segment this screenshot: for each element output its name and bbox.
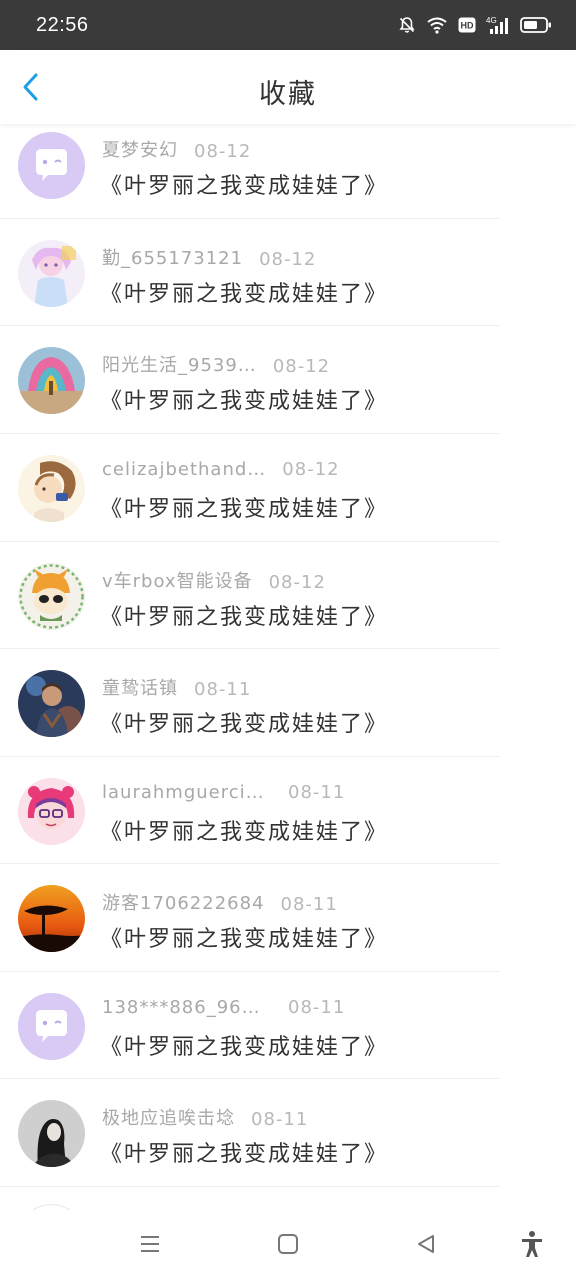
list-item[interactable]: 极地应追唉击埝 08-11 《叶罗丽之我变成娃娃了》 xyxy=(0,1092,576,1199)
item-date: 08-11 xyxy=(194,679,252,700)
list-item[interactable]: 童鸷话镇 08-11 《叶罗丽之我变成娃娃了》 xyxy=(0,662,576,769)
sunset-tree-avatar xyxy=(18,885,85,952)
item-title: 《叶罗丽之我变成娃娃了》 xyxy=(100,497,389,522)
accessibility-icon xyxy=(519,1230,545,1262)
item-meta: laurahmguercierr 08-11 xyxy=(102,782,345,803)
list-item[interactable]: celizajbethand… 08-12 《叶罗丽之我变成娃娃了》 xyxy=(0,447,576,554)
item-title: 《叶罗丽之我变成娃娃了》 xyxy=(100,1035,389,1060)
default-chat-avatar xyxy=(18,993,85,1060)
item-date: 08-11 xyxy=(288,997,346,1018)
item-username: 138***886_9635… xyxy=(102,997,272,1018)
item-title: 《叶罗丽之我变成娃娃了》 xyxy=(100,927,389,952)
item-date: 08-12 xyxy=(259,249,317,270)
item-date: 08-11 xyxy=(288,782,346,803)
item-username: 极地应追唉击埝 xyxy=(102,1108,235,1129)
anime-girl-avatar xyxy=(18,240,85,307)
item-meta: 阳光生活_9539… 08-12 xyxy=(102,351,330,377)
item-username: v车rbox智能设备 xyxy=(102,571,253,592)
item-username: celizajbethand… xyxy=(102,459,267,480)
status-bar: 22:56 HD 4G xyxy=(0,0,576,50)
divider xyxy=(0,971,500,972)
item-date: 08-11 xyxy=(280,894,338,915)
menu-button[interactable] xyxy=(134,1230,166,1262)
item-title: 《叶罗丽之我变成娃娃了》 xyxy=(100,282,389,307)
status-time: 22:56 xyxy=(36,13,89,36)
list-item[interactable]: 游客1706222684 08-11 《叶罗丽之我变成娃娃了》 xyxy=(0,877,576,984)
item-title: 《叶罗丽之我变成娃娃了》 xyxy=(100,1142,389,1167)
drawn-girl-avatar xyxy=(18,455,85,522)
divider xyxy=(0,218,500,219)
battery-icon xyxy=(520,16,552,34)
divider xyxy=(0,1078,500,1079)
svg-text:4G: 4G xyxy=(486,16,497,25)
pink-anime-avatar xyxy=(18,778,85,845)
item-meta: 夏梦安幻 08-12 xyxy=(102,136,251,162)
item-meta: 童鸷话镇 08-11 xyxy=(102,674,251,700)
accessibility-button[interactable] xyxy=(516,1230,548,1262)
back-nav-button[interactable] xyxy=(410,1230,442,1262)
list-item[interactable]: v车rbox智能设备 08-12 《叶罗丽之我变成娃娃了》 xyxy=(0,555,576,662)
fantasy-man-avatar xyxy=(18,670,85,737)
item-date: 08-12 xyxy=(282,459,340,480)
divider xyxy=(0,863,500,864)
divider xyxy=(0,433,500,434)
item-meta: 极地应追唉击埝 08-11 xyxy=(102,1104,308,1130)
header: 收藏 xyxy=(0,50,576,124)
item-meta: 138***886_9635… 08-11 xyxy=(102,997,345,1018)
divider xyxy=(0,325,500,326)
colorful-tree-avatar xyxy=(18,347,85,414)
item-date: 08-11 xyxy=(251,1109,309,1130)
back-triangle-icon xyxy=(414,1232,438,1260)
favorites-list[interactable]: 夏梦安幻 08-12 《叶罗丽之我变成娃娃了》 勤_655173121 08-12 … xyxy=(0,124,576,1210)
item-username: 阳光生活_9539… xyxy=(102,355,257,376)
item-title: 《叶罗丽之我变成娃娃了》 xyxy=(100,389,389,414)
item-title: 《叶罗丽之我变成娃娃了》 xyxy=(100,820,389,845)
hd-icon: HD xyxy=(458,17,476,33)
home-button[interactable] xyxy=(272,1230,304,1262)
list-item[interactable]: laurahmguercierr 08-11 《叶罗丽之我变成娃娃了》 xyxy=(0,770,576,877)
mute-bell-icon xyxy=(398,16,416,34)
item-meta: 勤_655173121 08-12 xyxy=(102,244,316,270)
list-item[interactable]: 阳光生活_9539… 08-12 《叶罗丽之我变成娃娃了》 xyxy=(0,339,576,446)
status-icons: HD 4G xyxy=(398,15,552,35)
item-title: 《叶罗丽之我变成娃娃了》 xyxy=(100,174,389,199)
item-date: 08-12 xyxy=(272,356,331,377)
item-meta: 游客1706222684 08-11 xyxy=(102,889,338,915)
item-title: 《叶罗丽之我变成娃娃了》 xyxy=(100,712,389,737)
bw-portrait-avatar xyxy=(18,1100,85,1167)
divider xyxy=(0,541,500,542)
menu-icon xyxy=(138,1232,162,1260)
item-title: 《叶罗丽之我变成娃娃了》 xyxy=(100,605,389,630)
page-title: 收藏 xyxy=(259,79,317,110)
divider xyxy=(0,648,500,649)
item-date: 08-12 xyxy=(268,572,326,593)
system-nav-bar xyxy=(0,1210,576,1280)
item-username: 游客1706222684 xyxy=(102,893,265,914)
list-item[interactable]: 138***886_9635… 08-11 《叶罗丽之我变成娃娃了》 xyxy=(0,985,576,1092)
item-meta: v车rbox智能设备 08-12 xyxy=(102,567,326,593)
list-item[interactable]: 勤_655173121 08-12 《叶罗丽之我变成娃娃了》 xyxy=(0,232,576,339)
item-username: 夏梦安幻 xyxy=(102,140,178,161)
default-chat-avatar xyxy=(18,132,85,199)
divider xyxy=(0,1186,500,1187)
item-username: 勤_655173121 xyxy=(102,248,244,269)
wifi-icon xyxy=(426,16,448,34)
item-username: 童鸷话镇 xyxy=(102,678,178,699)
4g-signal-icon: 4G xyxy=(486,15,510,35)
item-meta: celizajbethand… 08-12 xyxy=(102,459,340,480)
item-date: 08-12 xyxy=(194,141,252,162)
cartoon-character-avatar xyxy=(18,563,85,630)
list-item[interactable]: 夏梦安幻 08-12 《叶罗丽之我变成娃娃了》 xyxy=(0,124,576,231)
home-square-icon xyxy=(276,1232,300,1260)
item-username: laurahmguercierr xyxy=(102,782,272,803)
divider xyxy=(0,756,500,757)
svg-text:HD: HD xyxy=(461,21,474,31)
